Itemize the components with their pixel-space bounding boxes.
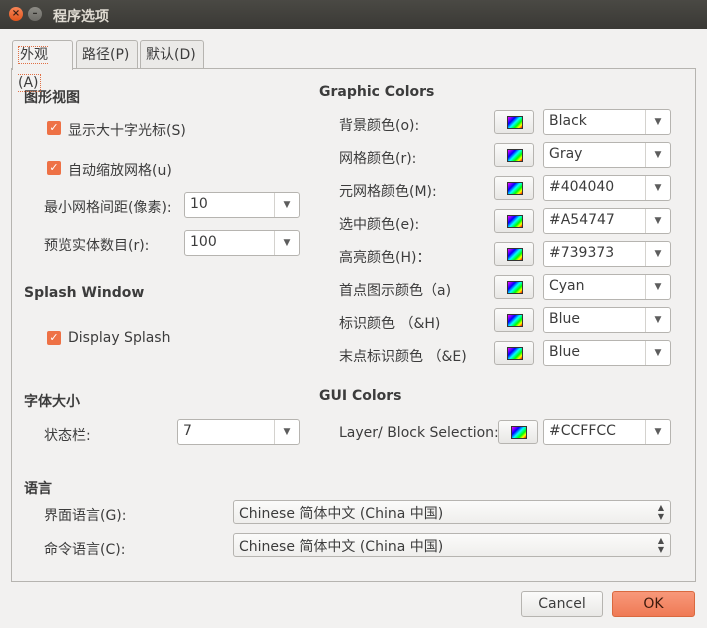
background-color-picker[interactable]	[494, 110, 534, 134]
color-picker-icon	[507, 149, 523, 162]
title-bar: × – 程序选项	[0, 0, 707, 29]
ok-button-label: OK	[643, 596, 664, 612]
chevron-down-icon[interactable]: ▼	[645, 275, 670, 299]
chevron-down-icon[interactable]: ▼	[274, 420, 299, 444]
layer-block-selection-label: Layer/ Block Selection:	[339, 425, 499, 441]
grid-color-picker[interactable]	[494, 143, 534, 167]
start-handle-color-value: Cyan	[549, 278, 585, 294]
meta-grid-color-label: 元网格颜色(M):	[339, 184, 437, 200]
display-splash-checkbox[interactable]: ✓	[47, 331, 61, 345]
display-splash-label: Display Splash	[68, 330, 171, 346]
chevron-down-icon[interactable]: ▼	[645, 176, 670, 200]
highlight-color-value: #739373	[549, 245, 615, 261]
color-picker-icon	[507, 314, 523, 327]
tab-appearance[interactable]: 外观(A)	[12, 40, 73, 92]
meta-grid-color-combo[interactable]: #404040 ▼	[543, 175, 671, 201]
chevron-down-icon[interactable]: ▼	[645, 110, 670, 134]
ui-language-value: Chinese 简体中文 (China 中国)	[239, 506, 444, 522]
splash-heading: Splash Window	[24, 285, 145, 301]
chevron-down-icon[interactable]: ▼	[645, 341, 670, 365]
tab-label: 路径(P)	[82, 47, 130, 63]
selected-color-combo[interactable]: #A54747 ▼	[543, 208, 671, 234]
background-color-label: 背景颜色(o):	[339, 118, 420, 134]
preview-entities-label: 预览实体数目(r):	[44, 238, 150, 254]
window-title: 程序选项	[53, 9, 109, 25]
preview-entities-input[interactable]: 100 ▼	[184, 230, 300, 256]
ui-language-label: 界面语言(G):	[44, 508, 127, 524]
meta-grid-color-picker[interactable]	[494, 176, 534, 200]
color-picker-icon	[507, 215, 523, 228]
ok-button[interactable]: OK	[612, 591, 695, 617]
min-grid-spacing-input[interactable]: 10 ▼	[184, 192, 300, 218]
grid-color-value: Gray	[549, 146, 583, 162]
cancel-button[interactable]: Cancel	[521, 591, 603, 617]
minimize-icon[interactable]: –	[28, 7, 42, 21]
statusbar-font-input[interactable]: 7 ▼	[177, 419, 300, 445]
statusbar-font-label: 状态栏:	[44, 428, 91, 444]
tab-paths[interactable]: 路径(P)	[76, 40, 138, 68]
background-color-combo[interactable]: Black ▼	[543, 109, 671, 135]
updown-icon: ▲ ▼	[657, 536, 664, 554]
chevron-down-icon[interactable]: ▼	[274, 193, 299, 217]
handle-color-label: 标识颜色 （&H)	[339, 316, 441, 332]
min-grid-spacing-label: 最小网格间距(像素):	[44, 200, 172, 216]
selected-color-value: #A54747	[549, 212, 615, 228]
cmd-language-value: Chinese 简体中文 (China 中国)	[239, 539, 444, 555]
color-picker-icon	[507, 182, 523, 195]
tab-label: 默认(D)	[146, 47, 196, 63]
handle-color-combo[interactable]: Blue ▼	[543, 307, 671, 333]
highlight-color-label: 高亮颜色(H)：	[339, 250, 431, 266]
selected-color-label: 选中颜色(e):	[339, 217, 420, 233]
cmd-language-label: 命令语言(C):	[44, 542, 126, 558]
cancel-button-label: Cancel	[538, 596, 586, 612]
highlight-color-combo[interactable]: #739373 ▼	[543, 241, 671, 267]
font-size-heading: 字体大小	[24, 394, 80, 410]
statusbar-font-value: 7	[183, 423, 192, 439]
show-crosshair-checkbox[interactable]: ✓	[47, 121, 61, 135]
chevron-down-icon[interactable]: ▼	[645, 420, 670, 444]
close-icon[interactable]: ×	[9, 7, 23, 21]
color-picker-icon	[507, 281, 523, 294]
meta-grid-color-value: #404040	[549, 179, 615, 195]
selected-color-picker[interactable]	[494, 209, 534, 233]
auto-scale-grid-label: 自动缩放网格(u)	[68, 163, 172, 179]
graphic-colors-heading: Graphic Colors	[319, 84, 435, 100]
highlight-color-picker[interactable]	[494, 242, 534, 266]
gui-colors-heading: GUI Colors	[319, 388, 402, 404]
layer-block-color-value: #CCFFCC	[549, 423, 616, 439]
end-handle-color-label: 末点标识颜色 （&E)	[339, 349, 467, 365]
end-handle-color-picker[interactable]	[494, 341, 534, 365]
start-handle-color-picker[interactable]	[494, 275, 534, 299]
handle-color-picker[interactable]	[494, 308, 534, 332]
preview-entities-value: 100	[190, 234, 217, 250]
start-handle-color-label: 首点图示颜色（a)	[339, 283, 452, 299]
grid-color-label: 网格颜色(r):	[339, 151, 417, 167]
color-picker-icon	[507, 116, 523, 129]
end-handle-color-combo[interactable]: Blue ▼	[543, 340, 671, 366]
ui-language-select[interactable]: Chinese 简体中文 (China 中国) ▲ ▼	[233, 500, 671, 524]
show-crosshair-label: 显示大十字光标(S)	[68, 123, 186, 139]
chevron-down-icon[interactable]: ▼	[645, 308, 670, 332]
chevron-down-icon[interactable]: ▼	[274, 231, 299, 255]
cmd-language-select[interactable]: Chinese 简体中文 (China 中国) ▲ ▼	[233, 533, 671, 557]
background-color-value: Black	[549, 113, 587, 129]
chevron-down-icon[interactable]: ▼	[645, 242, 670, 266]
start-handle-color-combo[interactable]: Cyan ▼	[543, 274, 671, 300]
language-heading: 语言	[24, 481, 52, 497]
updown-icon: ▲ ▼	[657, 503, 664, 521]
grid-color-combo[interactable]: Gray ▼	[543, 142, 671, 168]
layer-block-color-combo[interactable]: #CCFFCC ▼	[543, 419, 671, 445]
color-picker-icon	[507, 347, 523, 360]
end-handle-color-value: Blue	[549, 344, 580, 360]
min-grid-spacing-value: 10	[190, 196, 208, 212]
color-picker-icon	[507, 248, 523, 261]
chevron-down-icon[interactable]: ▼	[645, 143, 670, 167]
tab-defaults[interactable]: 默认(D)	[140, 40, 204, 68]
auto-scale-grid-checkbox[interactable]: ✓	[47, 161, 61, 175]
chevron-down-icon[interactable]: ▼	[645, 209, 670, 233]
color-picker-icon	[511, 426, 527, 439]
layer-block-color-picker[interactable]	[498, 420, 538, 444]
handle-color-value: Blue	[549, 311, 580, 327]
